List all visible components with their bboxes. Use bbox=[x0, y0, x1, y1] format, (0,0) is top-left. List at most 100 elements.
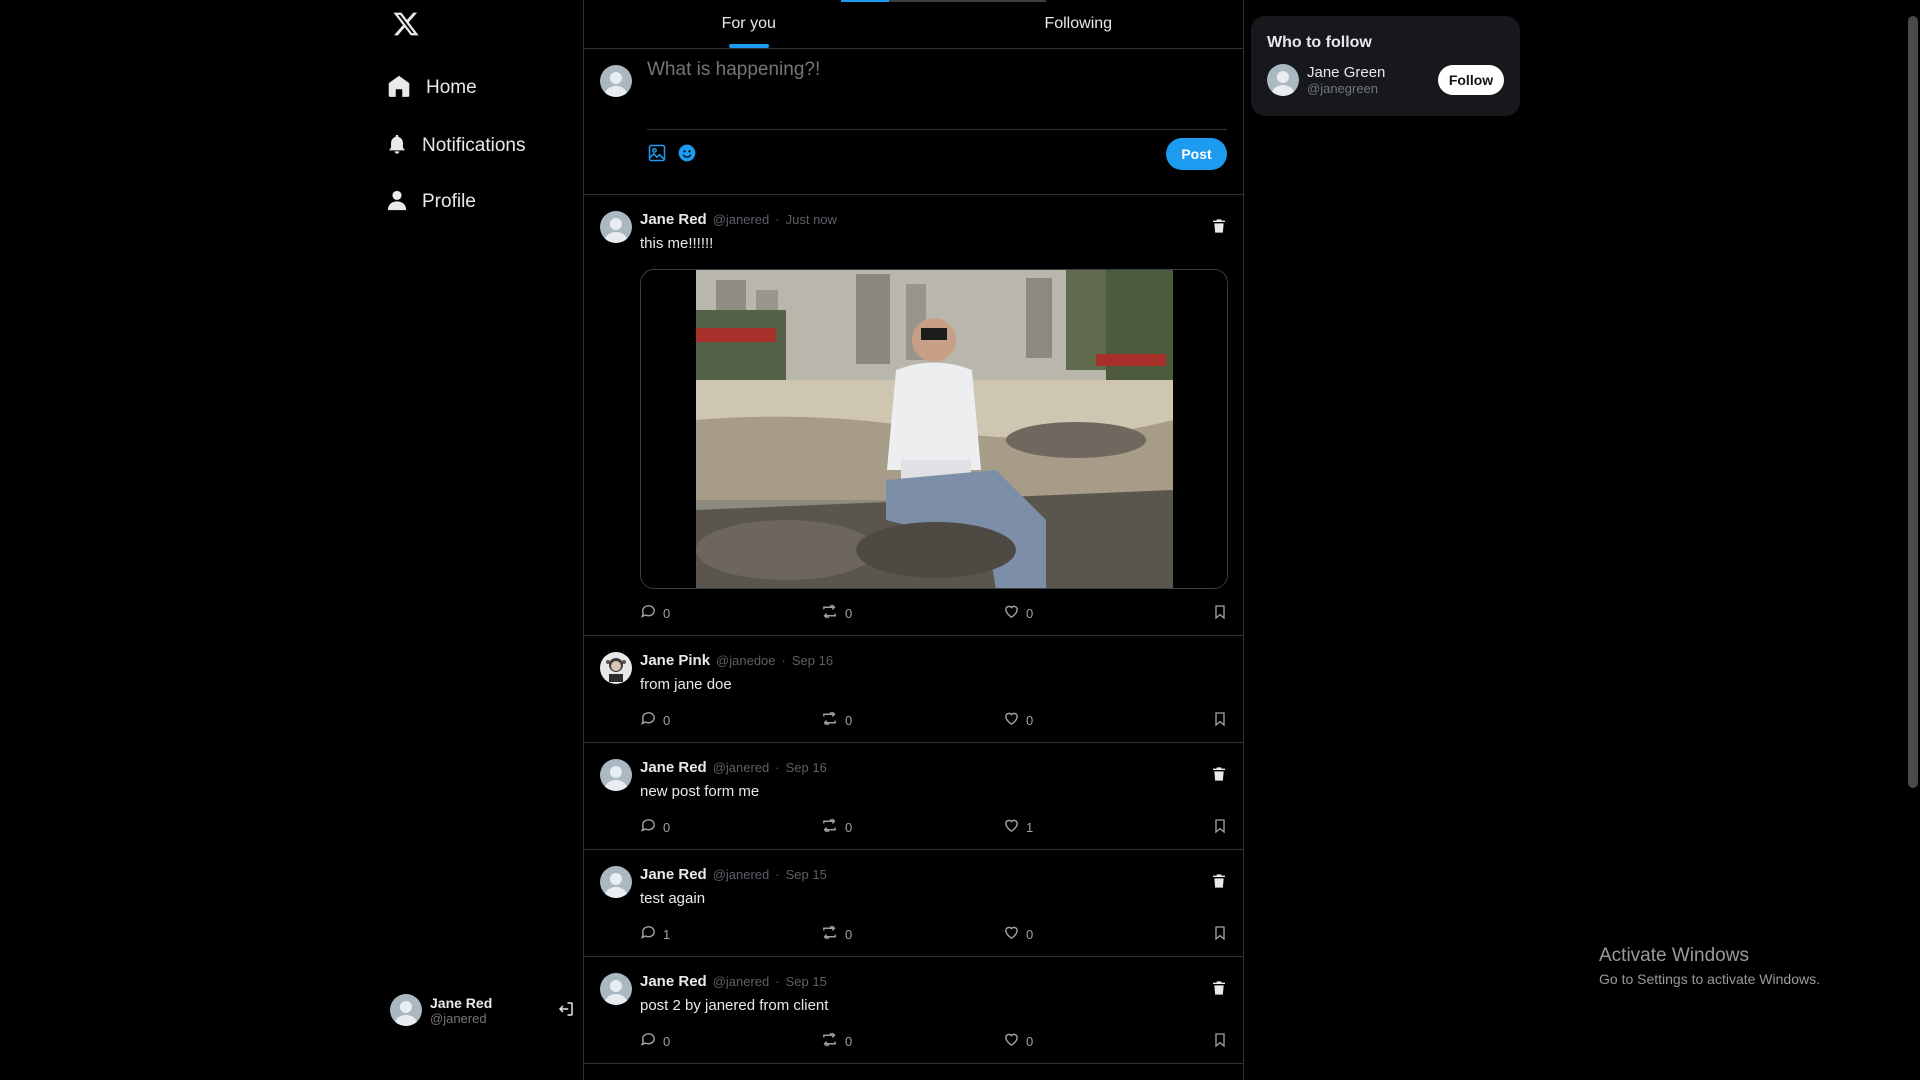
retweet-button[interactable]: 0 bbox=[820, 710, 852, 730]
like-count: 0 bbox=[1026, 926, 1034, 942]
follow-button[interactable]: Follow bbox=[1438, 65, 1504, 95]
nav-home-label: Home bbox=[426, 77, 477, 98]
follow-suggestion[interactable]: Jane Green @janegreen Follow bbox=[1267, 60, 1504, 100]
tweet-actions: 0 0 1 bbox=[640, 817, 1228, 837]
tweet-actions: 0 0 0 bbox=[640, 1031, 1228, 1051]
avatar bbox=[1267, 64, 1299, 96]
bookmark-button[interactable] bbox=[1212, 603, 1228, 624]
composer-divider bbox=[647, 129, 1227, 130]
post-button[interactable]: Post bbox=[1166, 138, 1227, 170]
tweet-author-handle: @janered bbox=[712, 212, 770, 227]
reply-icon bbox=[640, 924, 657, 944]
windows-activation-watermark: Activate Windows Go to Settings to activ… bbox=[1599, 945, 1820, 987]
avatar bbox=[600, 652, 632, 684]
reply-button[interactable]: 1 bbox=[640, 924, 670, 944]
bookmark-button[interactable] bbox=[1212, 924, 1228, 945]
avatar bbox=[600, 973, 632, 1005]
tweet-text: post 2 by janered from client bbox=[640, 997, 829, 1014]
tab-for-you[interactable]: For you bbox=[584, 0, 914, 48]
bookmark-button[interactable] bbox=[1212, 1031, 1228, 1052]
heart-icon bbox=[1003, 1031, 1020, 1051]
tweet-text: from jane doe bbox=[640, 676, 732, 693]
reply-button[interactable]: 0 bbox=[640, 710, 670, 730]
avatar bbox=[600, 65, 632, 97]
tweet[interactable]: Jane Red @janered · Sep 15 post 2 by jan… bbox=[584, 957, 1243, 1064]
bookmark-button[interactable] bbox=[1212, 817, 1228, 838]
tweet-author-name[interactable]: Jane Red bbox=[640, 759, 707, 776]
tweet-text: new post form me bbox=[640, 783, 760, 800]
page-scrollbar[interactable] bbox=[1904, 0, 1920, 1080]
bookmark-icon bbox=[1212, 603, 1228, 624]
nav-notifications[interactable]: Notifications bbox=[380, 123, 532, 169]
nav-profile[interactable]: Profile bbox=[380, 179, 482, 225]
right-sidebar: Who to follow Jane Green @janegreen Foll… bbox=[1251, 16, 1520, 116]
like-count: 0 bbox=[1026, 1033, 1034, 1049]
bookmark-icon bbox=[1212, 710, 1228, 731]
nav-home[interactable]: Home bbox=[380, 65, 483, 111]
retweet-icon bbox=[820, 817, 839, 837]
tweet-text: test again bbox=[640, 890, 706, 907]
avatar bbox=[600, 759, 632, 791]
retweet-button[interactable]: 0 bbox=[820, 817, 852, 837]
retweet-button[interactable]: 0 bbox=[820, 924, 852, 944]
compose-input[interactable] bbox=[647, 59, 1227, 81]
reply-button[interactable]: 0 bbox=[640, 603, 670, 623]
logout-icon[interactable] bbox=[557, 1000, 575, 1023]
like-button[interactable]: 0 bbox=[1003, 603, 1033, 623]
retweet-count: 0 bbox=[845, 819, 853, 835]
trash-icon[interactable] bbox=[1211, 217, 1227, 240]
reply-count: 0 bbox=[663, 819, 671, 835]
image-icon[interactable] bbox=[647, 143, 667, 168]
suggestion-name[interactable]: Jane Green bbox=[1307, 64, 1385, 81]
home-icon bbox=[386, 73, 412, 104]
like-count: 1 bbox=[1026, 819, 1034, 835]
like-count: 0 bbox=[1026, 605, 1034, 621]
account-switcher[interactable]: Jane Red @janered bbox=[390, 988, 576, 1032]
retweet-button[interactable]: 0 bbox=[820, 1031, 852, 1051]
trash-icon[interactable] bbox=[1211, 979, 1227, 1002]
bookmark-button[interactable] bbox=[1212, 710, 1228, 731]
tweet-author-name[interactable]: Jane Red bbox=[640, 866, 707, 883]
tweet[interactable]: Jane Pink @janedoe · Sep 16 from jane do… bbox=[584, 636, 1243, 743]
trash-icon[interactable] bbox=[1211, 872, 1227, 895]
separator-dot: · bbox=[775, 974, 780, 989]
heart-icon bbox=[1003, 603, 1020, 623]
like-count: 0 bbox=[1026, 712, 1034, 728]
tweet[interactable]: Jane Red @janered · Sep 15 test again 1 … bbox=[584, 850, 1243, 957]
like-button[interactable]: 1 bbox=[1003, 817, 1033, 837]
reply-icon bbox=[640, 817, 657, 837]
avatar bbox=[600, 211, 632, 243]
like-button[interactable]: 0 bbox=[1003, 924, 1033, 944]
bell-icon bbox=[386, 132, 408, 161]
reply-icon bbox=[640, 603, 657, 623]
reply-count: 0 bbox=[663, 712, 671, 728]
emoji-icon[interactable] bbox=[677, 143, 697, 168]
retweet-icon bbox=[820, 1031, 839, 1051]
avatar bbox=[390, 994, 422, 1026]
tweet-author-name[interactable]: Jane Red bbox=[640, 211, 707, 228]
reply-icon bbox=[640, 1031, 657, 1051]
separator-dot: · bbox=[775, 760, 780, 775]
tweet-author-name[interactable]: Jane Red bbox=[640, 973, 707, 990]
like-button[interactable]: 0 bbox=[1003, 710, 1033, 730]
who-to-follow-panel: Who to follow Jane Green @janegreen Foll… bbox=[1251, 16, 1520, 116]
tweet-actions: 0 0 0 bbox=[640, 603, 1228, 623]
tweet-author-name[interactable]: Jane Pink bbox=[640, 652, 710, 669]
tweet[interactable]: Jane Red @janered · Just now this me!!!!… bbox=[584, 195, 1243, 636]
retweet-count: 0 bbox=[845, 1033, 853, 1049]
account-handle: @janered bbox=[430, 1010, 487, 1026]
scrollbar-thumb[interactable] bbox=[1908, 16, 1918, 788]
like-button[interactable]: 0 bbox=[1003, 1031, 1033, 1051]
tweet[interactable]: Jane Red @janered · Sep 16 new post form… bbox=[584, 743, 1243, 850]
tweet-media-image[interactable] bbox=[640, 269, 1228, 589]
tab-following[interactable]: Following bbox=[914, 0, 1244, 48]
account-name: Jane Red bbox=[430, 994, 493, 1011]
reply-button[interactable]: 0 bbox=[640, 817, 670, 837]
retweet-button[interactable]: 0 bbox=[820, 603, 852, 623]
main-feed: For you Following Post Jane Red @janered… bbox=[583, 0, 1244, 1080]
reply-button[interactable]: 0 bbox=[640, 1031, 670, 1051]
reply-count: 0 bbox=[663, 605, 671, 621]
tweet-author-handle: @janered bbox=[712, 760, 770, 775]
x-logo-icon[interactable] bbox=[386, 6, 426, 42]
trash-icon[interactable] bbox=[1211, 765, 1227, 788]
